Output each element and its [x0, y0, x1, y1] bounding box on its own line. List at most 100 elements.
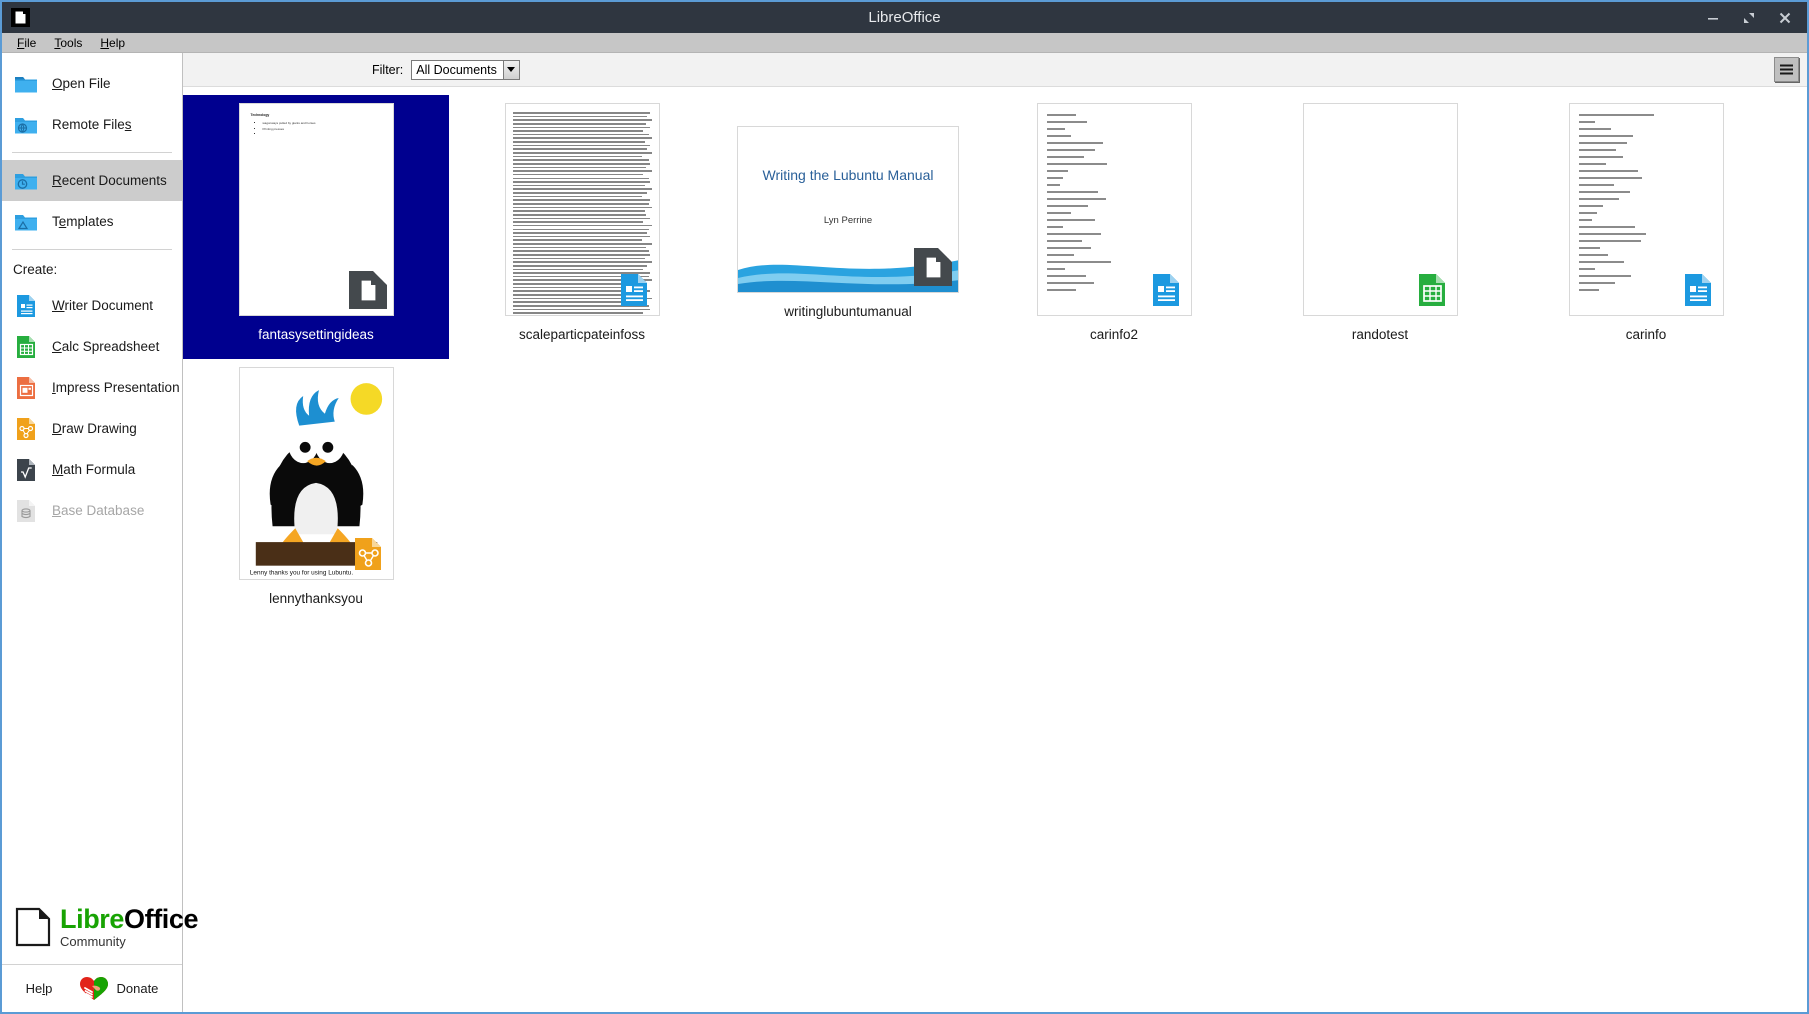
brand-name-first: Libre: [60, 904, 124, 934]
recent-documents-grid: Technology wagonways pulled by giants an…: [183, 95, 1807, 623]
folder-open-icon: [13, 71, 39, 97]
donate-label: Donate: [116, 981, 158, 996]
window-titlebar: LibreOffice: [2, 2, 1807, 33]
document-thumbnail: [505, 103, 660, 316]
menu-file[interactable]: File: [8, 33, 45, 53]
create-draw-drawing[interactable]: Draw Drawing: [2, 408, 182, 449]
sidebar-item-label: Open File: [52, 76, 111, 91]
sidebar-item-open-file[interactable]: Open File: [2, 63, 182, 104]
filter-dropdown[interactable]: All Documents: [411, 60, 520, 80]
document-title: scaleparticpateinfoss: [519, 327, 645, 342]
create-base-database[interactable]: Base Database: [2, 490, 182, 531]
window-body: Open File Remote Files: [2, 53, 1807, 1012]
create-item-label: Draw Drawing: [52, 421, 137, 436]
draw-icon: [13, 416, 39, 442]
document-title: writinglubuntumanual: [784, 304, 912, 319]
create-item-label: Math Formula: [52, 462, 135, 477]
chevron-down-icon: [503, 61, 519, 79]
document-title: lennythanksyou: [269, 591, 363, 606]
preview-heading: Technology: [251, 113, 382, 117]
create-item-label: Impress Presentation: [52, 380, 180, 395]
filter-toolbar: Filter: All Documents: [183, 53, 1807, 87]
sidebar-item-label: Templates: [52, 214, 114, 229]
math-icon: [13, 457, 39, 483]
menubar: File Tools Help: [2, 33, 1807, 53]
calc-icon: [1413, 271, 1451, 309]
create-writer-document[interactable]: Writer Document: [2, 285, 182, 326]
draw-icon: [349, 535, 387, 573]
filter-label: Filter:: [372, 63, 403, 77]
document-thumbnail: [1303, 103, 1458, 316]
sidebar-footer: LibreOffice Community Help: [2, 892, 182, 1012]
sidebar: Open File Remote Files: [2, 53, 183, 1012]
writer-icon: [1679, 271, 1717, 309]
create-heading: Create:: [2, 257, 182, 285]
impress-icon: [13, 375, 39, 401]
generic-document-icon: [914, 248, 952, 286]
libreoffice-start-center: LibreOffice File Tools Help: [0, 0, 1809, 1014]
generic-document-icon: [349, 271, 387, 309]
preview-bullets: wagonways pulled by giants and horses Pr…: [263, 121, 382, 138]
document-card[interactable]: randotest: [1247, 95, 1513, 359]
document-thumbnail: Writing the Lubuntu Manual Lyn Perrine: [737, 126, 959, 293]
slide-subtitle: Lyn Perrine: [738, 215, 958, 226]
document-thumbnail: [1569, 103, 1724, 316]
sidebar-divider-1: [12, 152, 172, 153]
folder-clock-icon: [13, 168, 39, 194]
create-math-formula[interactable]: Math Formula: [2, 449, 182, 490]
create-impress-presentation[interactable]: Impress Presentation: [2, 367, 182, 408]
restore-icon[interactable]: [1741, 10, 1757, 26]
document-card[interactable]: scaleparticpateinfoss: [449, 95, 715, 359]
minimize-icon[interactable]: [1705, 10, 1721, 26]
menu-tools[interactable]: Tools: [45, 33, 91, 53]
create-item-label: Calc Spreadsheet: [52, 339, 159, 354]
libreoffice-document-icon: [11, 8, 30, 27]
sidebar-footer-bar: Help Donate: [2, 964, 182, 1012]
writer-icon: [1147, 271, 1185, 309]
document-title: randotest: [1352, 327, 1408, 342]
create-item-label: Base Database: [52, 503, 144, 518]
writer-icon: [13, 293, 39, 319]
brand-subtitle: Community: [60, 935, 198, 948]
document-card[interactable]: carinfo: [1513, 95, 1779, 359]
document-title: carinfo2: [1090, 327, 1138, 342]
document-thumbnail: Lenny thanks you for using Lubuntu.: [239, 367, 394, 580]
main-content: Filter: All Documents: [183, 53, 1807, 1012]
penguin-caption: Lenny thanks you for using Lubuntu.: [249, 570, 353, 577]
document-thumbnail: Technology wagonways pulled by giants an…: [239, 103, 394, 316]
help-link[interactable]: Help: [26, 981, 53, 996]
sidebar-item-templates[interactable]: Templates: [2, 201, 182, 242]
filter-value: All Documents: [416, 63, 503, 77]
document-card[interactable]: Technology wagonways pulled by giants an…: [183, 95, 449, 359]
folder-template-icon: [13, 209, 39, 235]
donate-heart-hands-icon: [79, 976, 109, 1002]
sidebar-item-label: Recent Documents: [52, 173, 167, 188]
sidebar-item-remote-files[interactable]: Remote Files: [2, 104, 182, 145]
libreoffice-logo: LibreOffice Community: [2, 892, 182, 964]
donate-button[interactable]: Donate: [79, 976, 158, 1002]
document-title: carinfo: [1626, 327, 1667, 342]
window-controls: [1705, 10, 1801, 26]
base-icon: [13, 498, 39, 524]
libreoffice-wordmark: LibreOffice Community: [60, 906, 198, 948]
close-icon[interactable]: [1777, 10, 1793, 26]
document-card[interactable]: Writing the Lubuntu Manual Lyn Perrine: [715, 95, 981, 359]
window-title: LibreOffice: [2, 9, 1807, 26]
document-thumbnail: [1037, 103, 1192, 316]
slide-title: Writing the Lubuntu Manual: [738, 167, 958, 183]
preview-bullet: [263, 132, 382, 138]
libreoffice-logo-icon: [14, 906, 52, 948]
folder-remote-icon: [13, 112, 39, 138]
document-card[interactable]: carinfo2: [981, 95, 1247, 359]
document-card[interactable]: Lenny thanks you for using Lubuntu.: [183, 359, 449, 623]
calc-icon: [13, 334, 39, 360]
create-item-label: Writer Document: [52, 298, 153, 313]
sidebar-divider-2: [12, 249, 172, 250]
list-view-icon[interactable]: [1774, 57, 1799, 82]
document-title: fantasysettingideas: [258, 327, 374, 342]
menu-help[interactable]: Help: [91, 33, 134, 53]
sidebar-item-recent-documents[interactable]: Recent Documents: [2, 160, 182, 201]
create-calc-spreadsheet[interactable]: Calc Spreadsheet: [2, 326, 182, 367]
sidebar-item-label: Remote Files: [52, 117, 132, 132]
recent-documents-grid-area: Technology wagonways pulled by giants an…: [183, 87, 1807, 1012]
